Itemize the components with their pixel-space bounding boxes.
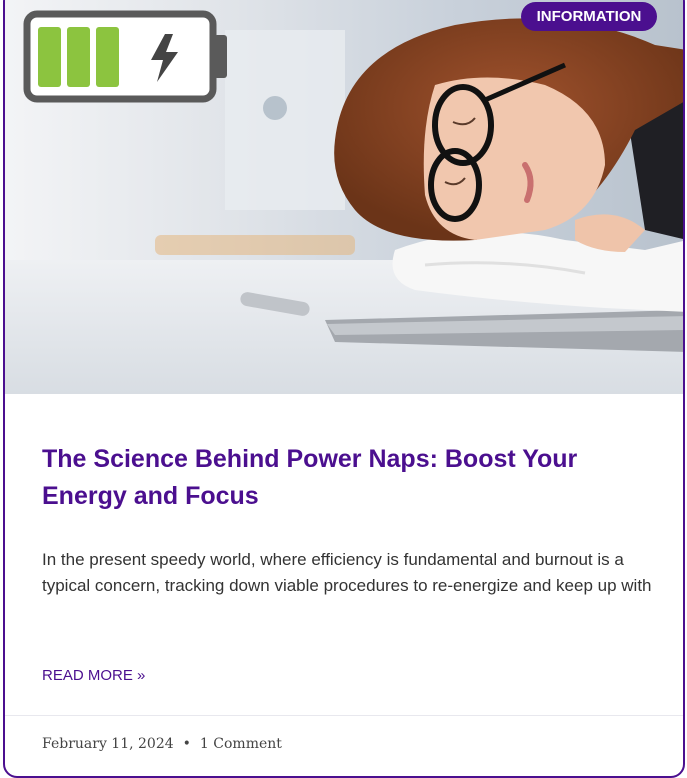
post-date: February 11, 2024 xyxy=(42,736,174,752)
post-card: Information The Science Behind Power Nap… xyxy=(3,0,685,778)
comments-link[interactable]: 1 Comment xyxy=(200,736,282,752)
divider xyxy=(5,715,683,716)
battery-charging-icon xyxy=(23,10,227,103)
post-title[interactable]: The Science Behind Power Naps: Boost You… xyxy=(42,441,642,515)
post-excerpt: In the present speedy world, where effic… xyxy=(42,550,652,595)
post-thumbnail[interactable] xyxy=(5,0,683,394)
category-badge[interactable]: Information xyxy=(521,2,657,31)
meta-separator: • xyxy=(182,736,191,752)
post-meta: February 11, 2024 • 1 Comment xyxy=(42,734,282,754)
read-more-link[interactable]: Read More » xyxy=(42,666,145,686)
